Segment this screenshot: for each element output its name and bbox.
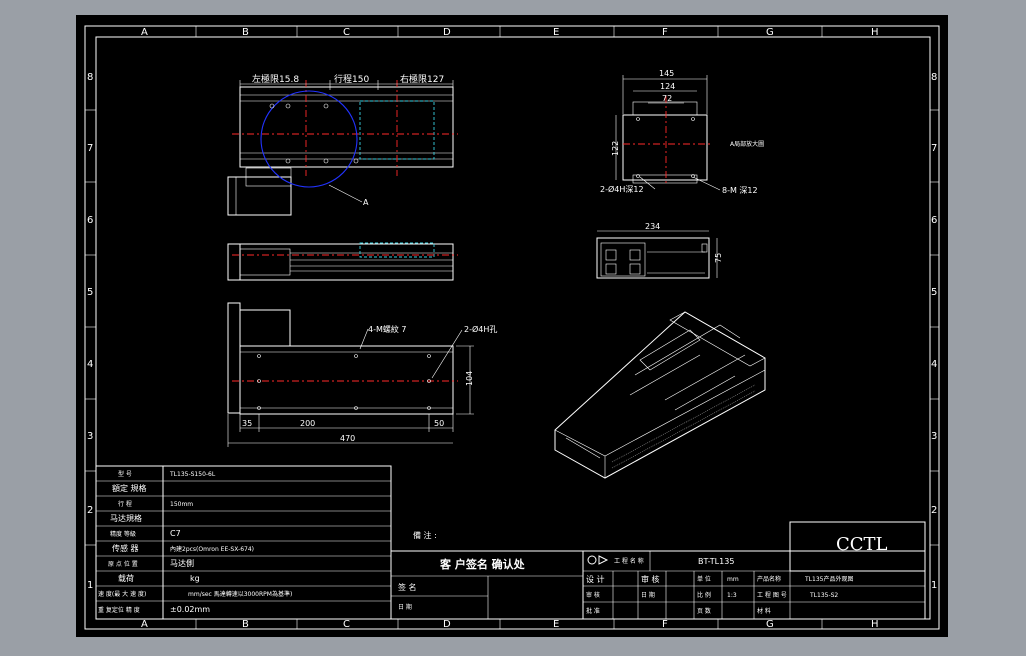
param-value: TL135-S150-6L [169,471,216,478]
end-note-right: A局部放大圖 [730,140,764,148]
row-label: 3 [931,431,937,442]
confirm-title: 客 户签名 确认处 [439,557,526,571]
date-label-tb: 日 期 [641,591,655,599]
dim-height: 104 [465,371,474,386]
row-label: 8 [931,72,937,83]
dim-d2: 200 [300,419,315,428]
param-value: C7 [170,529,181,538]
end-height: 122 [611,141,620,156]
col-label: H [871,27,879,38]
col-label: F [662,619,668,630]
param-label: 行 程 [118,500,132,508]
pin-note: 2-Ø4H孔 [464,324,497,334]
col-label: E [553,619,559,630]
row-label: 5 [931,287,937,298]
dim-total: 470 [340,434,355,443]
unit-label: 单 位 [697,575,711,583]
side-height: 75 [714,253,723,263]
project-label: 工 程 名 称 [614,557,644,565]
param-label: 速 度(最 大 速 度) [98,590,146,598]
param-label: 载荷 [118,573,134,583]
sheet-label: 页 数 [697,607,711,615]
row-label: 6 [87,215,93,226]
col-label: A [141,619,148,630]
row-label: 4 [87,359,93,370]
hole-note: 4-M螺紋 7 [368,324,407,334]
col-label: A [141,27,148,38]
dim-d1: 35 [242,419,252,428]
detail-callout-a: A [363,198,369,207]
dim-right-limit: 右極限127 [400,73,444,85]
sign-label: 签 名 [398,582,417,592]
row-label: 2 [87,505,93,516]
end-inner: 124 [660,82,675,91]
check-label: 审 核 [641,574,660,584]
product-name-label: 产品名称 [757,575,781,583]
end-sub: 72 [662,94,672,103]
row-label: 5 [87,287,93,298]
col-label: G [766,619,774,630]
row-label: 4 [931,359,937,370]
param-label: 马达規格 [110,513,142,523]
col-label: C [343,619,350,630]
unit-value: mm [727,576,739,583]
row-label: 7 [931,143,937,154]
col-label: D [443,27,451,38]
side-width: 234 [645,222,660,231]
col-label: B [242,619,249,630]
col-label: B [242,27,249,38]
param-value: kg [190,574,200,583]
param-value: ±0.02mm [170,605,210,614]
check-label-2: 审 核 [586,591,600,599]
end-width: 145 [659,69,674,78]
param-label: 精度 等級 [110,530,136,538]
col-label: F [662,27,668,38]
row-label: 2 [931,505,937,516]
param-label: 額定 規格 [112,483,147,493]
dim-left-limit: 左極限15.8 [252,73,299,85]
drawing-no: TL135-S2 [809,592,838,599]
project-name: BT-TL135 [698,557,734,566]
param-label: 型 号 [118,470,132,478]
param-label: 传感 器 [112,543,139,553]
date-label: 日 期 [398,603,412,611]
col-label: H [871,619,879,630]
cad-viewport[interactable]: A B C D E F G H A B C D E F G H 8 7 6 5 … [0,0,1026,652]
drawing-no-label: 工 程 图 号 [757,591,787,599]
col-label: D [443,619,451,630]
row-label: 6 [931,215,937,226]
end-note-left: 2-Ø4H深12 [600,184,644,194]
col-label: C [343,27,350,38]
company-name: CCTL [836,534,888,555]
design-label: 设 计 [586,574,605,584]
row-label: 3 [87,431,93,442]
product-name: TL135产品外观图 [804,575,853,583]
scale-label: 比 例 [697,591,711,599]
remark-label: 備 注 : [413,530,437,540]
param-label: 原 点 位 置 [108,560,138,568]
col-label: E [553,27,559,38]
paper-sheet [76,15,948,637]
param-value: 马达側 [170,558,194,568]
param-value: 內建2pcs(Omron EE-SX-674) [170,545,254,553]
approve-label: 批 准 [586,607,600,615]
end-note-bottom: 8-M 深12 [722,186,758,195]
material-label: 材 料 [757,607,771,615]
param-label: 重 复定位 精 度 [98,606,140,614]
dim-d3: 50 [434,419,444,428]
drawing-canvas[interactable]: A B C D E F G H A B C D E F G H 8 7 6 5 … [0,0,1026,652]
row-label: 7 [87,143,93,154]
param-value: mm/sec 馬達轉速以3000RPM為基準) [188,590,292,598]
dim-stroke: 行程150 [334,73,369,85]
row-label: 8 [87,72,93,83]
scale-value: 1:3 [727,592,737,599]
col-label: G [766,27,774,38]
row-label: 1 [87,580,93,591]
row-label: 1 [931,580,937,591]
param-value: 150mm [170,501,193,508]
